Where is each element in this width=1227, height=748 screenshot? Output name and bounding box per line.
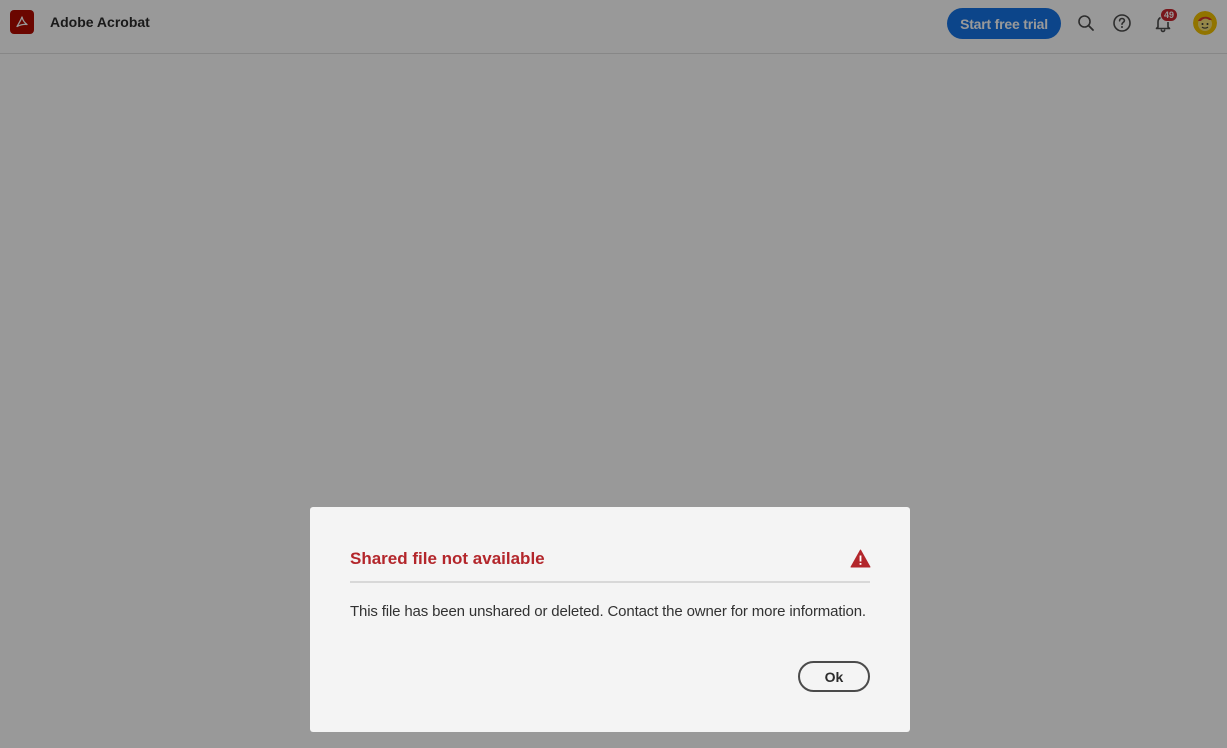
dialog-message: This file has been unshared or deleted. … xyxy=(350,603,866,620)
dialog-divider xyxy=(350,581,870,583)
shared-file-dialog: Shared file not available This file has … xyxy=(310,507,910,732)
ok-button[interactable]: Ok xyxy=(798,661,870,692)
alert-triangle-icon xyxy=(850,549,871,568)
dialog-title: Shared file not available xyxy=(350,549,545,568)
